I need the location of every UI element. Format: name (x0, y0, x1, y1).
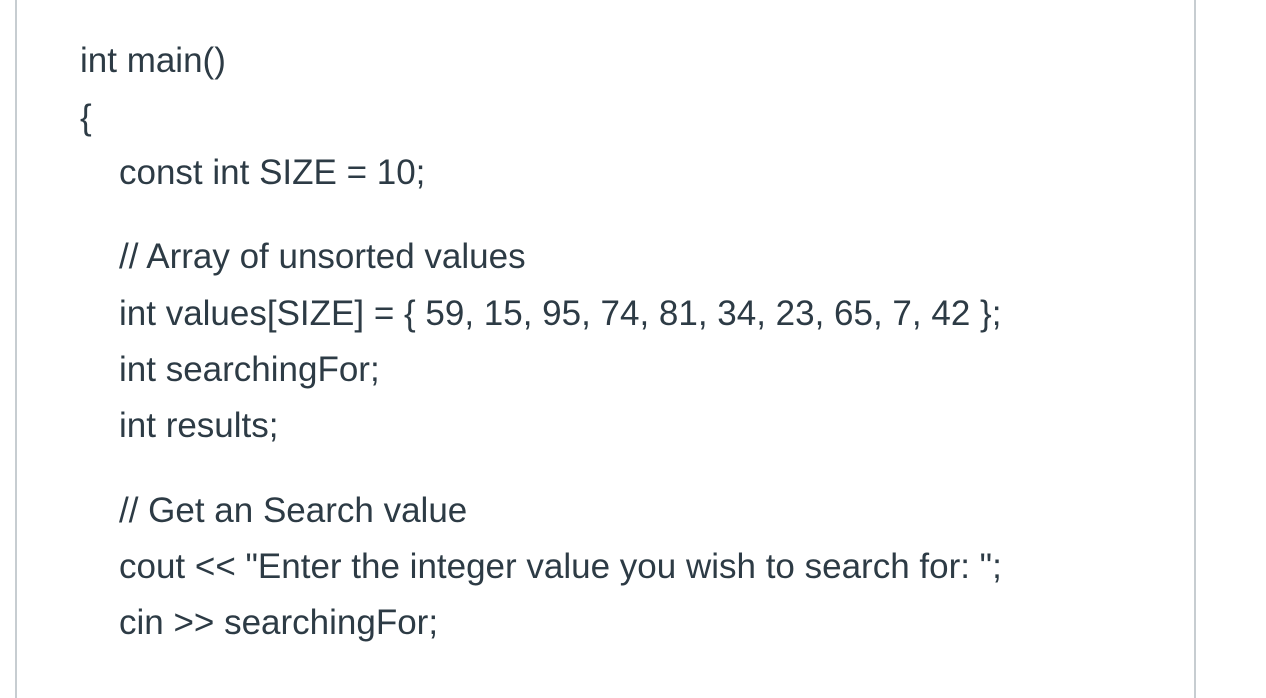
code-line-size-const: const int SIZE = 10; (119, 153, 426, 192)
code-line-main-signature: int main() (80, 41, 226, 80)
code-line-cin-input: cin >> searchingFor; (119, 603, 439, 642)
code-line-open-brace: { (80, 98, 92, 137)
code-panel: int main() { const int SIZE = 10; // Arr… (15, 0, 1196, 698)
code-line-comment-search: // Get an Search value (119, 491, 468, 530)
code-line-comment-array: // Array of unsorted values (119, 237, 526, 276)
code-line-values-array: int values[SIZE] = { 59, 15, 95, 74, 81,… (119, 294, 1002, 333)
code-line-cout-prompt: cout << "Enter the integer value you wis… (119, 547, 1002, 586)
code-line-results: int results; (119, 406, 279, 445)
code-line-searching-for: int searchingFor; (119, 350, 380, 389)
